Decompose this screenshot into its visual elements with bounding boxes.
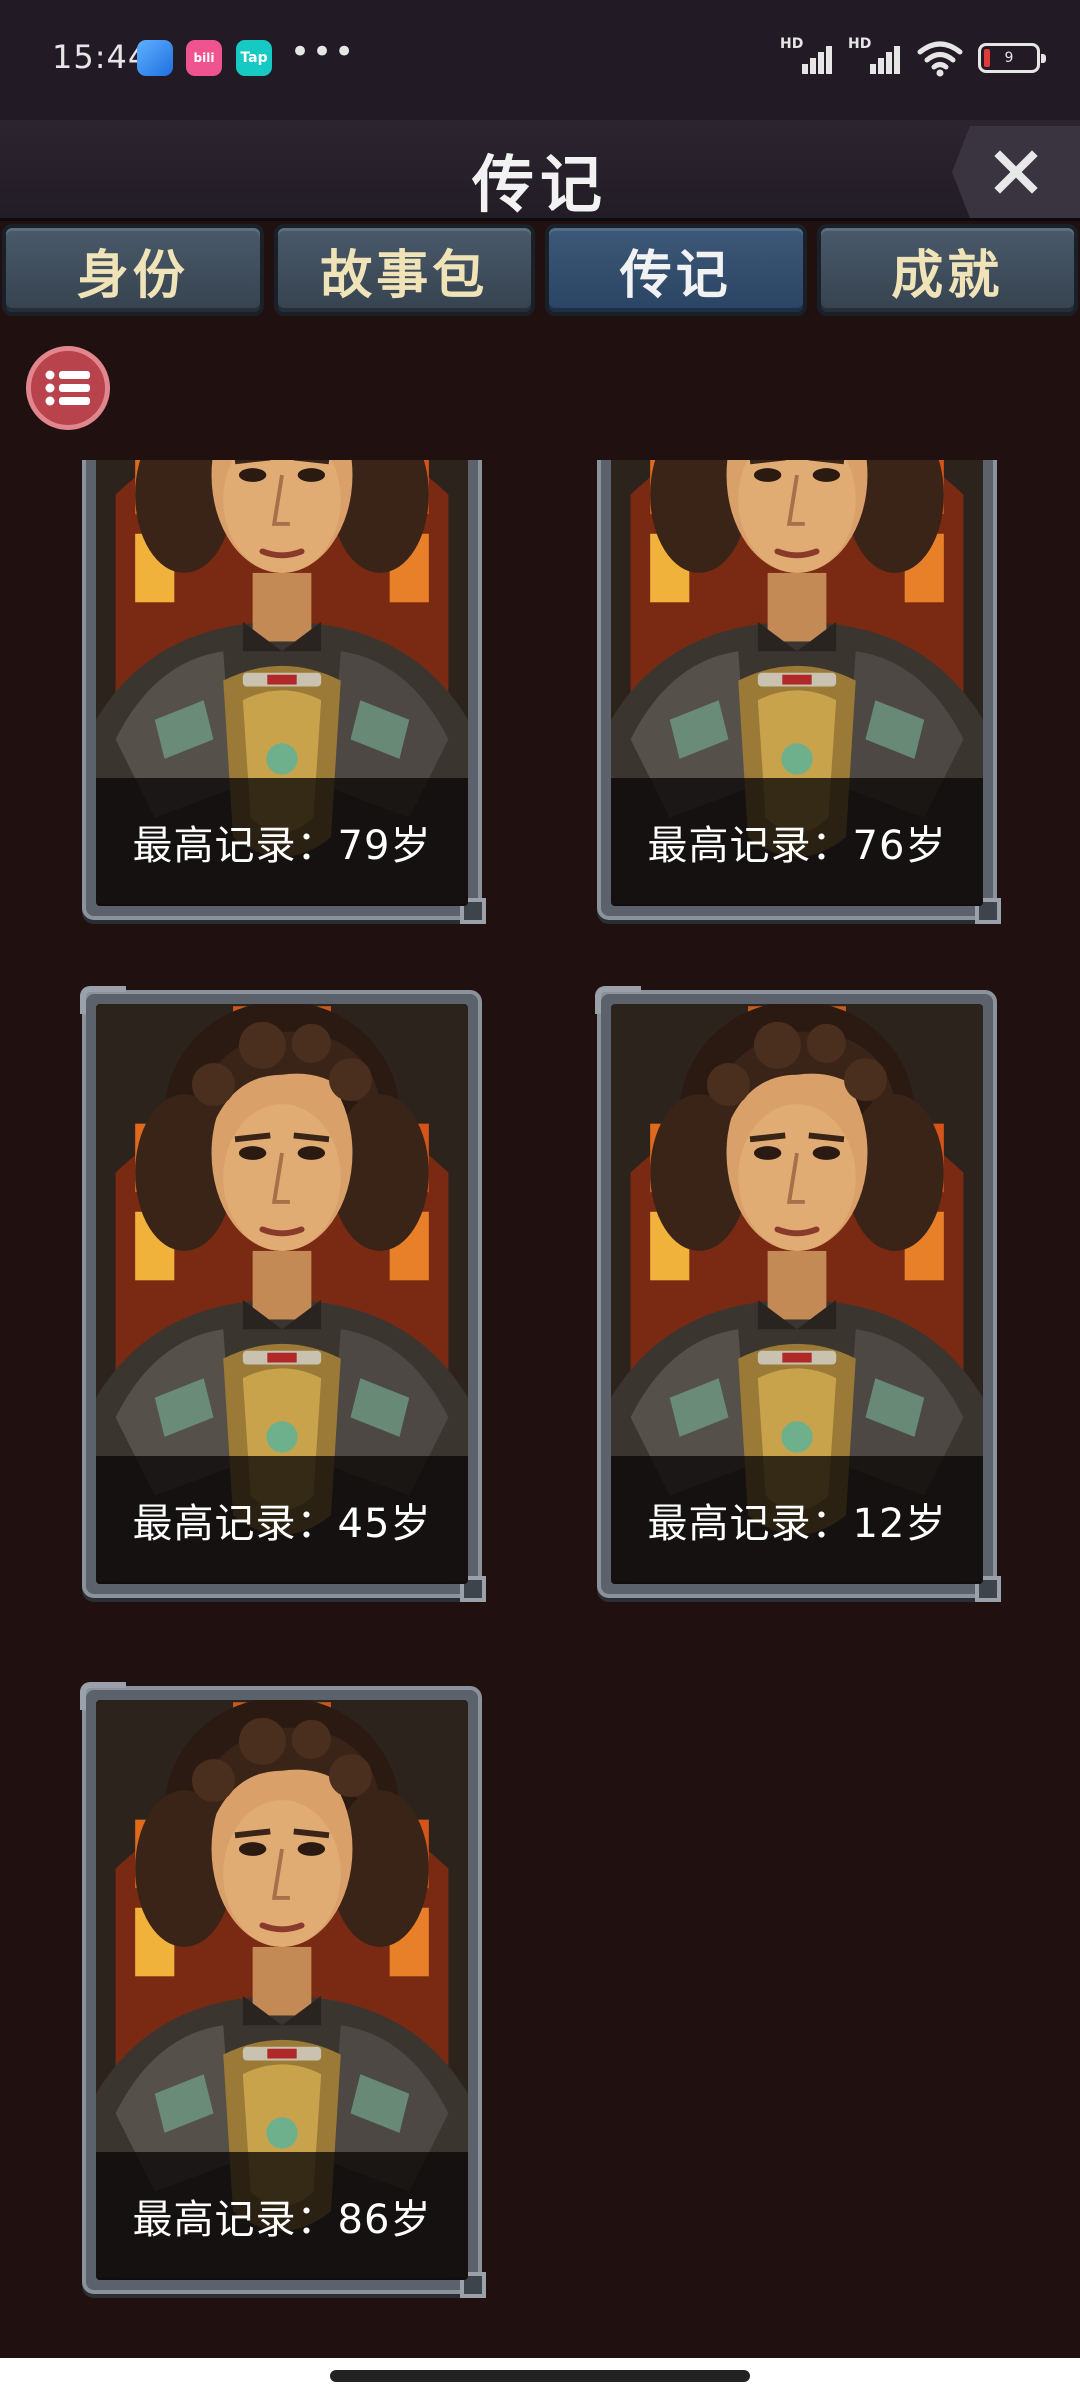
- home-indicator[interactable]: [330, 2370, 750, 2382]
- tab-achievements[interactable]: 成就: [816, 224, 1078, 316]
- page-title: 传记: [471, 148, 608, 221]
- signal-icon-2: HD: [848, 36, 902, 78]
- signal-icon: HD: [780, 36, 834, 78]
- battery-level: 9: [1004, 50, 1014, 66]
- character-portrait: 最高记录：76岁: [611, 460, 983, 906]
- biography-card[interactable]: 最高记录：76岁: [597, 460, 1001, 924]
- tab-story-pack[interactable]: 故事包: [273, 224, 535, 316]
- list-icon: [45, 370, 90, 406]
- record-label: 最高记录：79岁: [96, 778, 468, 906]
- character-portrait: 最高记录：86岁: [96, 1700, 468, 2280]
- tab-bar: 身份 故事包 传记 成就: [0, 224, 1080, 320]
- wifi-icon: [917, 41, 963, 77]
- status-time: 15:44: [52, 38, 150, 76]
- bilibili-app-icon: bili: [186, 40, 222, 76]
- biography-card-grid: 最高记录：79岁 最高记录：76岁 最高记录：45岁 最高记录：12岁 最高记录…: [0, 460, 1080, 2360]
- character-portrait: 最高记录：12岁: [611, 1004, 983, 1584]
- more-notifications-icon: •••: [290, 32, 357, 72]
- taptap-app-icon: Tap: [236, 40, 272, 76]
- biography-card[interactable]: 最高记录：86岁: [80, 1682, 486, 2298]
- character-portrait: 最高记录：79岁: [96, 460, 468, 906]
- biography-card[interactable]: 最高记录：79岁: [82, 460, 486, 924]
- biography-card[interactable]: 最高记录：12岁: [595, 986, 1001, 1602]
- battery-icon: 9: [978, 43, 1046, 73]
- character-portrait: 最高记录：45岁: [96, 1004, 468, 1584]
- tab-identity[interactable]: 身份: [2, 224, 264, 316]
- status-bar: 15:44 bili Tap ••• HD HD 9: [0, 0, 1080, 120]
- close-button[interactable]: [952, 126, 1080, 218]
- record-label: 最高记录：12岁: [611, 1456, 983, 1584]
- browser-app-icon: [137, 40, 173, 76]
- record-label: 最高记录：45岁: [96, 1456, 468, 1584]
- biography-card[interactable]: 最高记录：45岁: [80, 986, 486, 1602]
- list-menu-button[interactable]: [26, 346, 110, 430]
- status-indicators: HD HD 9: [780, 36, 1046, 80]
- record-label: 最高记录：86岁: [96, 2152, 468, 2280]
- record-label: 最高记录：76岁: [611, 778, 983, 906]
- close-icon: [994, 150, 1038, 194]
- title-bar: 传记: [0, 120, 1080, 221]
- tab-biography[interactable]: 传记: [545, 224, 807, 316]
